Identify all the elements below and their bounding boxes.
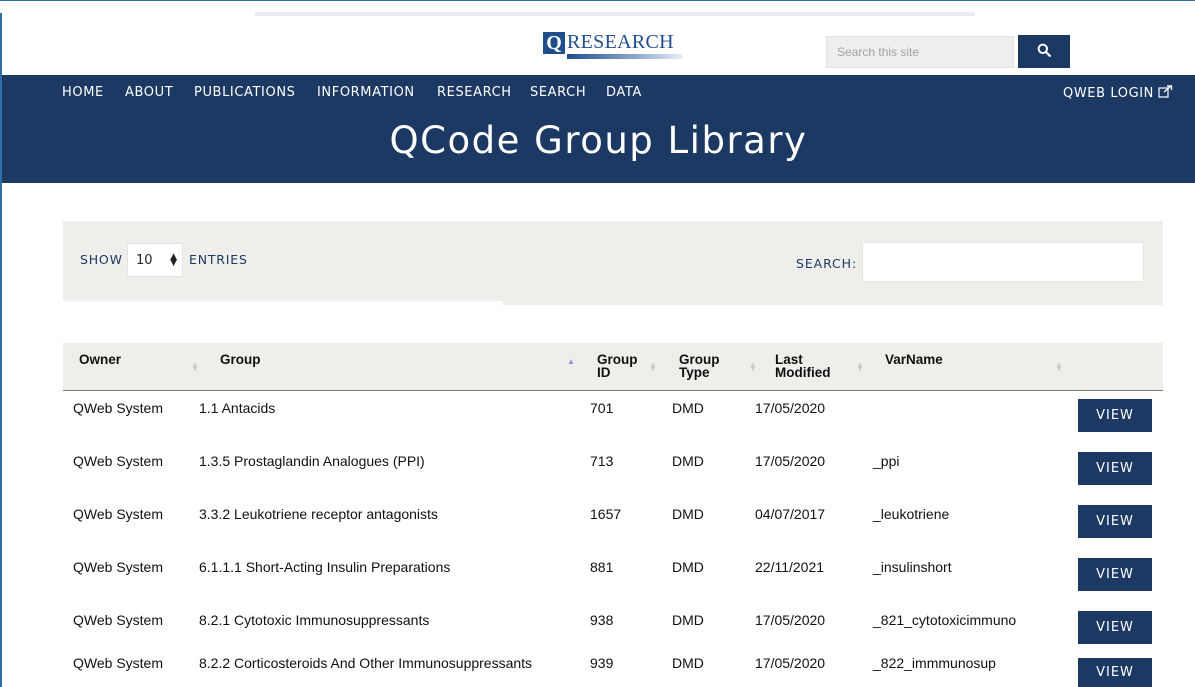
cell-group-type: DMD: [672, 506, 704, 522]
cell-group-id: 1657: [590, 506, 622, 522]
show-label: SHOW: [80, 252, 123, 267]
qweb-login-label: QWEB LOGIN: [1063, 86, 1154, 101]
logo-mark: Q: [543, 32, 565, 54]
cell-owner: QWeb System: [73, 400, 163, 416]
cell-varname: _822_immmunosup: [873, 655, 996, 671]
cell-group: 8.2.2 Corticosteroids And Other Immunosu…: [199, 655, 533, 671]
cell-owner: QWeb System: [73, 559, 163, 575]
cell-group-id: 713: [590, 453, 614, 469]
column-group-label: Group: [220, 352, 261, 367]
site-search-button[interactable]: [1018, 35, 1070, 68]
view-button[interactable]: VIEW: [1078, 658, 1152, 687]
main-nav: HOME ABOUT PUBLICATIONS INFORMATION RESE…: [2, 75, 1195, 111]
cell-owner: QWeb System: [73, 453, 163, 469]
sort-both-icon: ▲ ▼: [1055, 360, 1063, 373]
cell-group-type: DMD: [672, 612, 704, 628]
table-header: Owner ▲ ▼ Group ▲ Group ID ▲ ▼ Group Type ▲ ▼…: [63, 343, 1163, 391]
nav-about[interactable]: ABOUT: [125, 85, 173, 100]
table-row: QWeb System 8.2.2 Corticosteroids And Ot…: [63, 645, 1163, 687]
column-last-modified[interactable]: Last Modified ▲ ▼: [775, 343, 864, 390]
table-row: QWeb System 6.1.1.1 Short-Acting Insulin…: [63, 549, 1163, 599]
entries-per-page-select[interactable]: 10 ▲ ▼: [127, 243, 183, 277]
logo-stripe: [567, 54, 682, 59]
browser-tab-strip-shade: [255, 12, 975, 16]
cell-group-id: 939: [590, 655, 614, 671]
nav-publications[interactable]: PUBLICATIONS: [194, 85, 296, 100]
sort-both-icon: ▲ ▼: [749, 360, 757, 373]
search-icon: [1037, 43, 1051, 60]
column-owner-label: Owner: [79, 352, 122, 367]
sort-asc-icon: ▲: [567, 357, 575, 366]
column-group-id[interactable]: Group ID ▲ ▼: [597, 343, 657, 390]
cell-last-modified: 17/05/2020: [755, 612, 826, 628]
cell-group-type: DMD: [672, 559, 704, 575]
nav-research[interactable]: RESEARCH: [437, 85, 512, 100]
cell-group-id: 881: [590, 559, 614, 575]
cell-varname: _ppi: [873, 453, 900, 469]
cell-varname: _insulinshort: [873, 559, 952, 575]
column-varname-label: VarName: [885, 352, 943, 367]
sort-both-icon: ▲ ▼: [191, 360, 199, 373]
cell-owner: QWeb System: [73, 506, 163, 522]
select-updown-icon: ▲ ▼: [170, 252, 177, 268]
table-search-label: SEARCH:: [796, 256, 858, 271]
table-controls-edge-tail: [503, 301, 1163, 305]
view-button[interactable]: VIEW: [1078, 558, 1152, 591]
cell-last-modified: 22/11/2021: [755, 559, 825, 575]
cell-group: 1.1 Antacids: [199, 400, 276, 416]
table-row: QWeb System 1.3.5 Prostaglandin Analogue…: [63, 443, 1163, 493]
table-row: QWeb System 3.3.2 Leukotriene receptor a…: [63, 496, 1163, 546]
qresearch-logo[interactable]: Q RESEARCH: [543, 31, 682, 59]
nav-data[interactable]: DATA: [606, 85, 642, 100]
column-last-modified-label: Last Modified: [775, 352, 831, 380]
column-group-type[interactable]: Group Type ▲ ▼: [679, 343, 757, 390]
external-link-icon: [1158, 85, 1173, 102]
column-varname[interactable]: VarName ▲ ▼: [885, 343, 1065, 390]
cell-group: 1.3.5 Prostaglandin Analogues (PPI): [199, 453, 425, 469]
sort-both-icon: ▲ ▼: [856, 360, 864, 373]
site-search-input[interactable]: [826, 36, 1014, 68]
cell-varname: _821_cytotoxicimmuno: [873, 612, 1017, 628]
column-owner[interactable]: Owner ▲ ▼: [79, 343, 199, 390]
cell-group: 3.3.2 Leukotriene receptor antagonists: [199, 506, 438, 522]
entries-label: ENTRIES: [189, 252, 248, 267]
view-button[interactable]: VIEW: [1078, 399, 1152, 432]
cell-group-type: DMD: [672, 453, 704, 469]
view-button[interactable]: VIEW: [1078, 611, 1152, 644]
cell-varname: _leukotriene: [873, 506, 950, 522]
column-group[interactable]: Group ▲: [220, 343, 580, 390]
logo-text: RESEARCH: [567, 31, 674, 53]
cell-last-modified: 17/05/2020: [755, 400, 826, 416]
nav-information[interactable]: INFORMATION: [317, 85, 415, 100]
cell-owner: QWeb System: [73, 655, 163, 671]
cell-last-modified: 04/07/2017: [755, 506, 826, 522]
cell-last-modified: 17/05/2020: [755, 453, 826, 469]
cell-owner: QWeb System: [73, 612, 163, 628]
qweb-login-link[interactable]: QWEB LOGIN: [1063, 85, 1173, 102]
table-row: QWeb System 1.1 Antacids 701 DMD 17/05/2…: [63, 390, 1163, 440]
table-search-input[interactable]: [862, 242, 1144, 282]
cell-group-id: 938: [590, 612, 614, 628]
view-button[interactable]: VIEW: [1078, 505, 1152, 538]
entries-per-page-value: 10: [136, 252, 153, 268]
cell-last-modified: 17/05/2020: [755, 655, 826, 671]
sort-both-icon: ▲ ▼: [649, 360, 657, 373]
nav-home[interactable]: HOME: [62, 85, 104, 100]
column-group-id-label: Group ID: [597, 352, 638, 380]
view-button[interactable]: VIEW: [1078, 452, 1152, 485]
column-group-type-label: Group Type: [679, 352, 720, 380]
cell-group: 6.1.1.1 Short-Acting Insulin Preparation…: [199, 559, 451, 575]
cell-group-type: DMD: [672, 655, 704, 671]
nav-search[interactable]: SEARCH: [530, 85, 586, 100]
cell-group-id: 701: [590, 400, 614, 416]
cell-group: 8.2.1 Cytotoxic Immunosuppressants: [199, 612, 430, 628]
cell-group-type: DMD: [672, 400, 704, 416]
page-hero: QCode Group Library: [2, 111, 1195, 183]
page-title: QCode Group Library: [389, 119, 808, 162]
table-controls-edge: [63, 301, 503, 305]
